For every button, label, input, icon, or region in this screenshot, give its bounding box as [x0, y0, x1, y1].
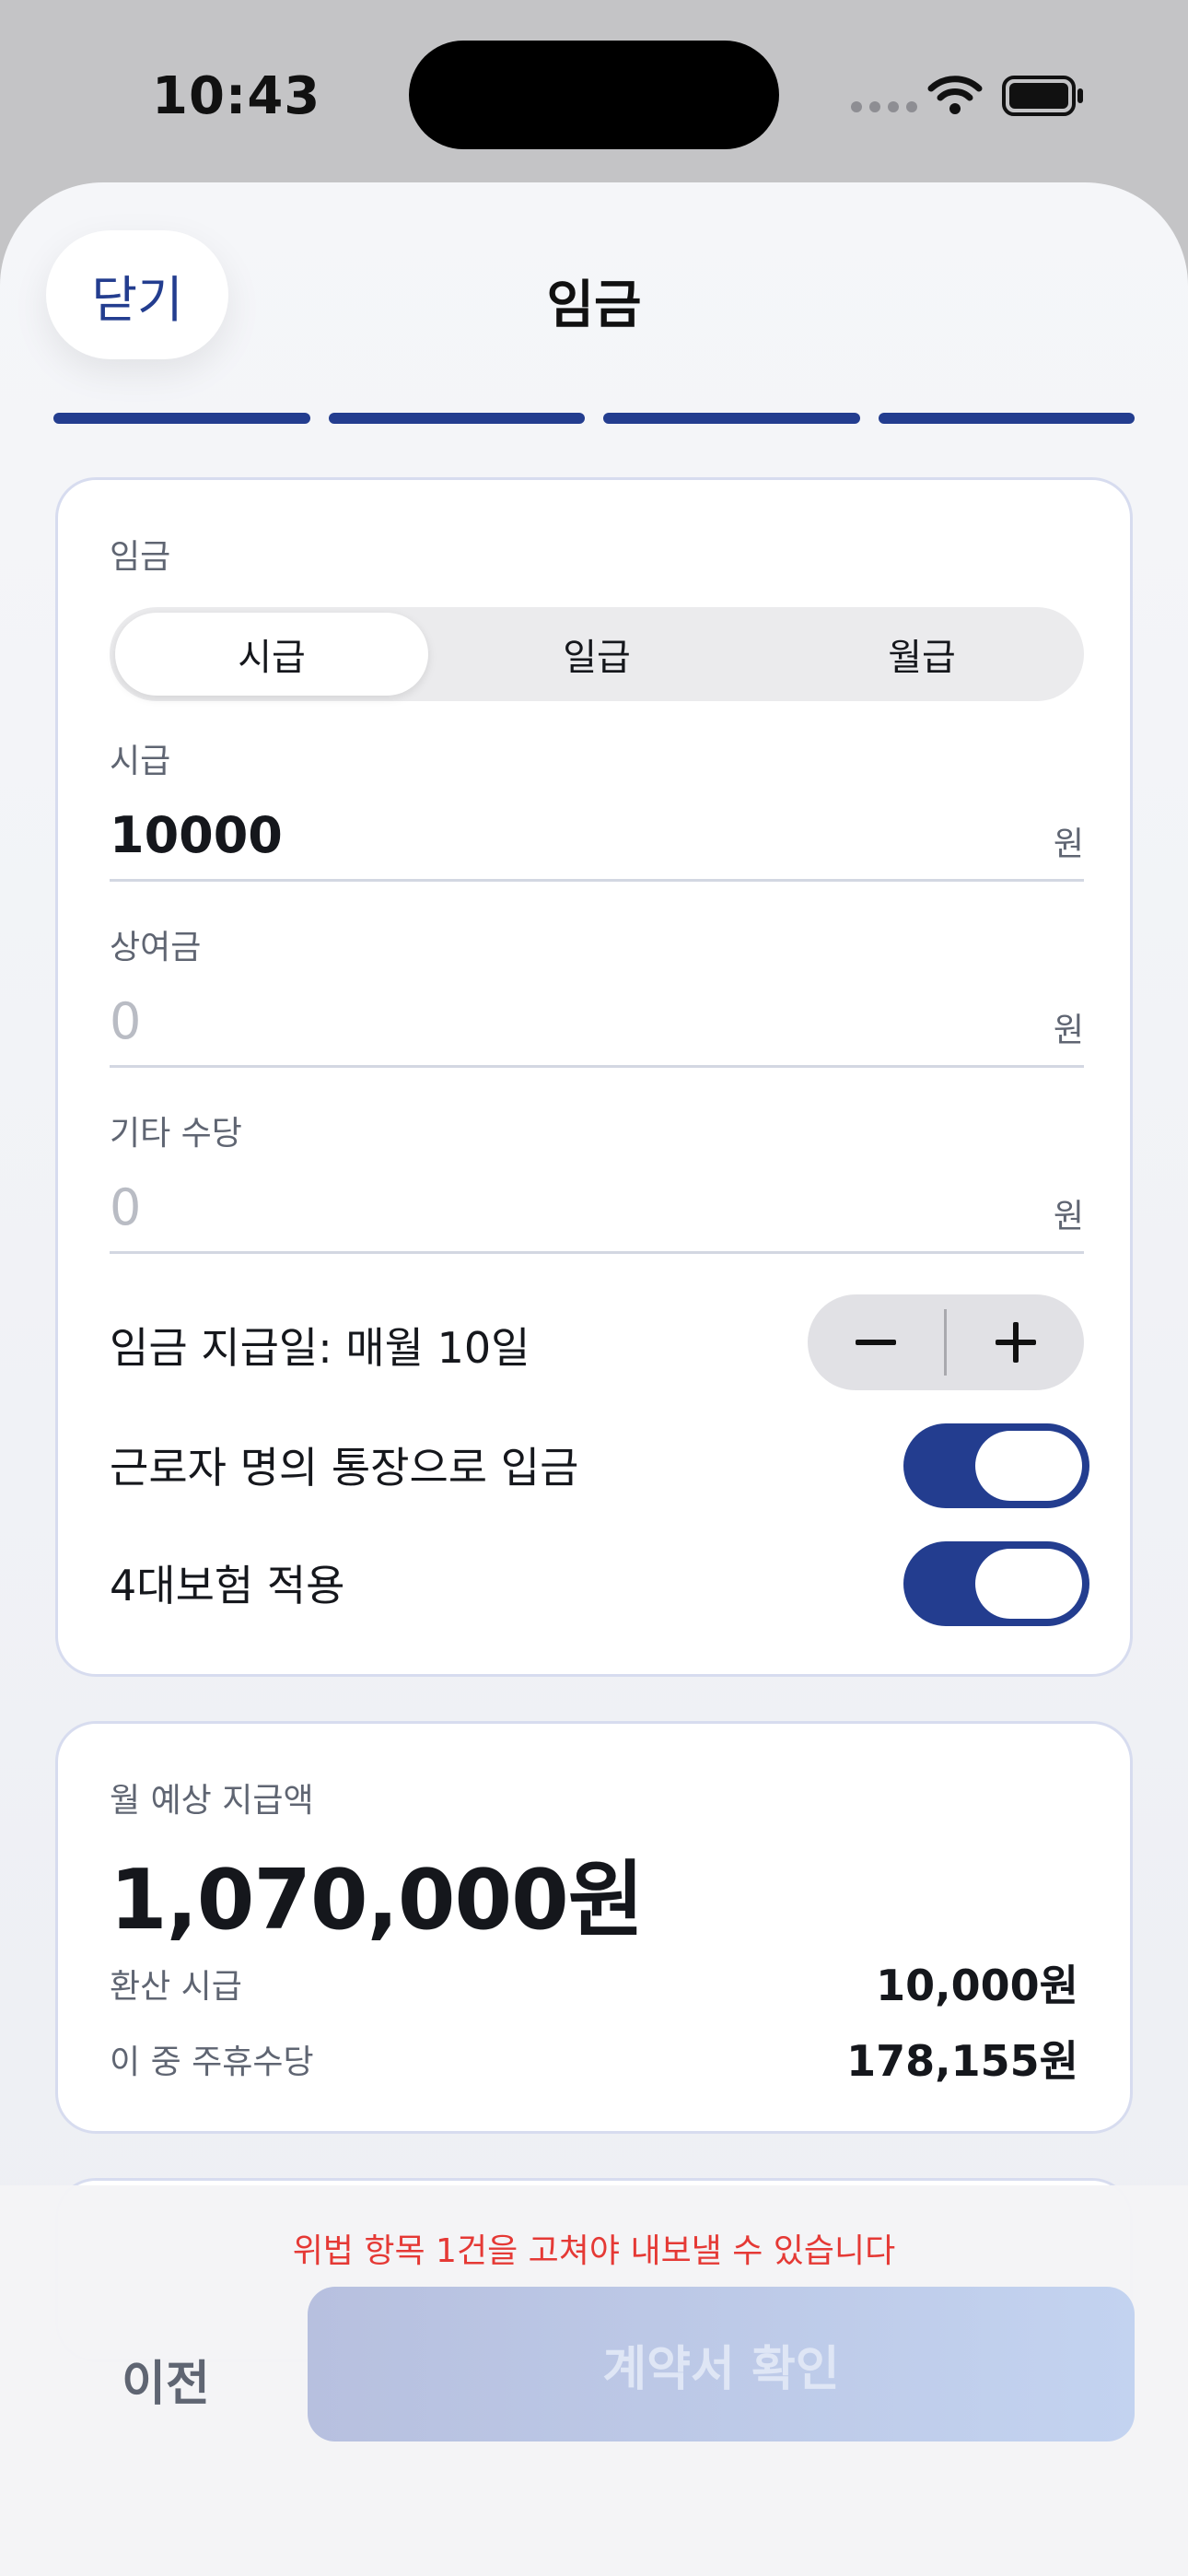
segment-daily[interactable]: 일급	[440, 613, 753, 696]
currency-unit: 원	[1053, 1012, 1084, 1049]
summary-label: 월 예상 지급액	[110, 1782, 314, 1820]
increment-button[interactable]	[948, 1294, 1084, 1390]
section-label: 임금	[110, 538, 171, 576]
segment-monthly[interactable]: 월급	[765, 613, 1078, 696]
progress-step	[328, 413, 585, 424]
stepper-divider	[944, 1309, 947, 1376]
bonus-field[interactable]: 0 원	[110, 979, 1084, 1068]
toggle-knob	[975, 1549, 1082, 1619]
progress-step	[53, 413, 310, 424]
minus-icon	[856, 1340, 896, 1345]
hourly-wage-field[interactable]: 10000 원	[110, 793, 1084, 882]
segment-hourly[interactable]: 시급	[115, 613, 428, 696]
step-progress	[53, 413, 1135, 424]
progress-step	[603, 413, 860, 424]
allowance-placeholder[interactable]: 0	[110, 1178, 141, 1236]
hourly-wage-value[interactable]: 10000	[110, 806, 283, 864]
progress-step	[878, 413, 1135, 424]
summary-card: 월 예상 지급액 1,070,000원 환산 시급 10,000원 이 중 주휴…	[55, 1721, 1133, 2134]
allowance-label: 기타 수당	[110, 1115, 242, 1153]
dynamic-island	[409, 41, 779, 149]
confirm-contract-button[interactable]: 계약서 확인	[308, 2287, 1135, 2441]
converted-hourly-value: 10,000원	[876, 1961, 1078, 2010]
battery-icon	[1002, 76, 1083, 116]
page-title: 임금	[546, 275, 642, 335]
cellular-signal-icon	[851, 101, 917, 112]
plus-icon	[996, 1322, 1036, 1363]
insurance-toggle[interactable]	[903, 1541, 1089, 1626]
currency-unit: 원	[1053, 1198, 1084, 1235]
weekly-holiday-pay-value: 178,155원	[846, 2036, 1078, 2086]
currency-unit: 원	[1053, 825, 1084, 863]
allowance-field[interactable]: 0 원	[110, 1165, 1084, 1254]
payday-stepper	[808, 1294, 1084, 1390]
bottom-action-bar: 위법 항목 1건을 고쳐야 내보낼 수 있습니다 이전 계약서 확인	[0, 2185, 1188, 2576]
previous-button[interactable]: 이전	[74, 2324, 258, 2434]
weekly-holiday-pay-label: 이 중 주휴수당	[110, 2043, 314, 2081]
monthly-amount: 1,070,000원	[110, 1852, 645, 1949]
bonus-placeholder[interactable]: 0	[110, 992, 141, 1050]
decrement-button[interactable]	[808, 1294, 944, 1390]
status-bar: 10:43	[0, 0, 1188, 184]
bonus-label: 상여금	[110, 929, 202, 966]
violation-warning: 위법 항목 1건을 고쳐야 내보낼 수 있습니다	[292, 2232, 896, 2270]
status-time: 10:43	[152, 66, 321, 126]
deposit-toggle[interactable]	[903, 1423, 1089, 1508]
wage-card: 임금 시급 일급 월급 시급 10000 원 상여금 0 원 기타 수당 0 원…	[55, 477, 1133, 1677]
deposit-label: 근로자 명의 통장으로 입금	[110, 1443, 579, 1493]
toggle-knob	[975, 1431, 1082, 1501]
payday-text: 임금 지급일: 매월 10일	[110, 1323, 530, 1373]
converted-hourly-label: 환산 시급	[110, 1968, 242, 2006]
insurance-label: 4대보험 적용	[110, 1561, 345, 1610]
hourly-wage-label: 시급	[110, 743, 171, 780]
wifi-icon	[927, 76, 983, 114]
pay-type-segmented-control: 시급 일급 월급	[110, 607, 1084, 701]
